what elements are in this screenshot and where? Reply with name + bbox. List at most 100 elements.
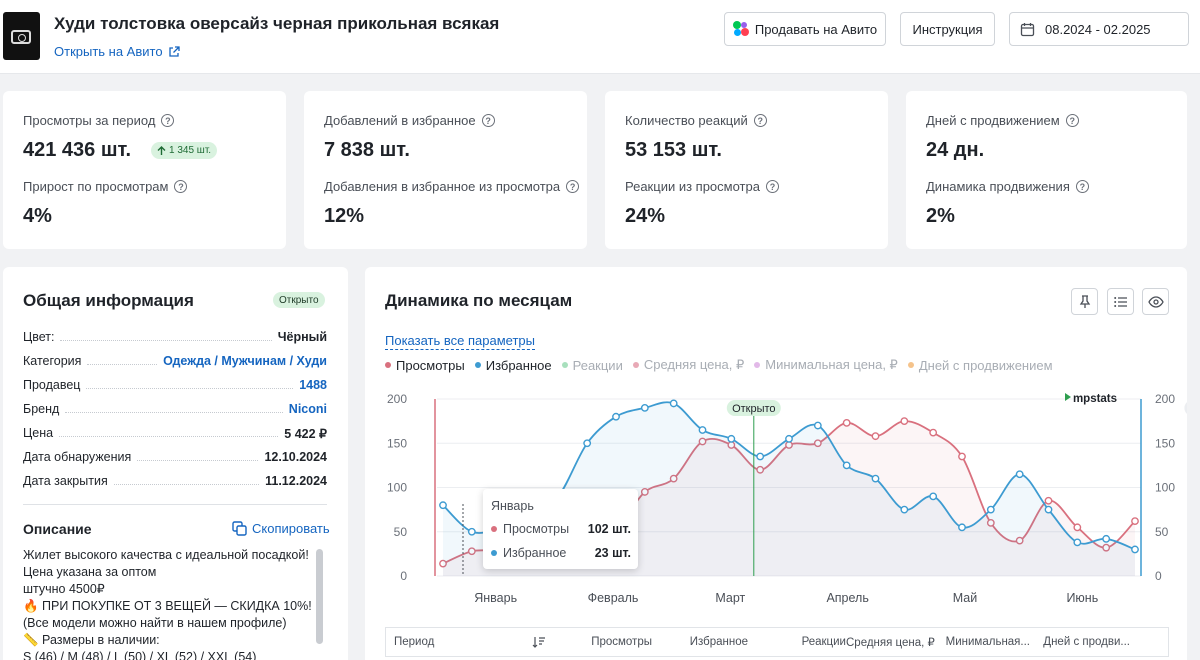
open-on-avito-link[interactable]: Открыть на Авито bbox=[54, 44, 180, 59]
x-tick-label: Февраль bbox=[588, 591, 639, 605]
legend-item[interactable]: Реакции bbox=[561, 357, 623, 373]
help-icon[interactable]: ? bbox=[753, 114, 767, 127]
x-tick-label: Март bbox=[715, 591, 745, 605]
list-view-button[interactable] bbox=[1107, 288, 1134, 315]
pin-button[interactable] bbox=[1071, 288, 1098, 315]
y-tick-left: 200 bbox=[387, 392, 407, 406]
legend-dot bbox=[632, 362, 639, 368]
page-header: Худи толстовка оверсайз черная прикольна… bbox=[0, 0, 1200, 74]
instruction-button[interactable]: Инструкция bbox=[900, 12, 995, 46]
description-scrollbar[interactable] bbox=[316, 549, 323, 644]
show-all-params-link[interactable]: Показать все параметры bbox=[385, 333, 535, 350]
column-header[interactable]: Дней с продви... bbox=[1030, 636, 1130, 648]
help-icon[interactable]: ? bbox=[481, 114, 495, 127]
stat-value: 53 153 шт. bbox=[625, 139, 722, 161]
data-point bbox=[900, 505, 909, 514]
stat-card-views: Просмотры за период? 421 436 шт. 1 345 ш… bbox=[3, 91, 286, 249]
help-icon[interactable]: ? bbox=[174, 180, 188, 193]
dot-leader bbox=[86, 387, 294, 389]
info-row[interactable]: Продавец 1488 bbox=[23, 375, 327, 395]
copy-label: Скопировать bbox=[252, 521, 330, 536]
data-point bbox=[1131, 545, 1139, 554]
column-header[interactable]: Реакции bbox=[748, 636, 846, 648]
info-key: Цвет: bbox=[23, 330, 55, 344]
stat-label: Динамика продвижения? bbox=[926, 179, 1089, 194]
data-point bbox=[986, 505, 995, 514]
stat-value: 2% bbox=[926, 205, 955, 227]
table-header: Период Просмотры Избранное Реакции Средняя ц… bbox=[385, 627, 1169, 657]
calendar-icon bbox=[1020, 22, 1035, 36]
info-row: Дата закрытия 11.12.2024 bbox=[23, 471, 327, 491]
stat-label: Просмотры за период? bbox=[23, 113, 175, 128]
chart-tooltip: Январь Просмотры 102 шт. Избранное 23 шт… bbox=[483, 489, 638, 569]
legend-dot bbox=[474, 362, 481, 368]
stat-label: Прирост по просмотрам? bbox=[23, 179, 188, 194]
x-tick-label: Май bbox=[953, 591, 978, 605]
copy-button[interactable]: Скопировать bbox=[232, 521, 330, 536]
help-icon[interactable]: ? bbox=[765, 180, 779, 193]
stat-card-promotion: Дней с продвижением? 24 дн. Динамика про… bbox=[906, 91, 1187, 249]
data-point bbox=[929, 428, 938, 437]
status-badge: Открыто bbox=[273, 292, 325, 308]
visibility-button[interactable] bbox=[1142, 288, 1169, 315]
column-header[interactable]: Средняя цена, ₽ bbox=[846, 635, 935, 649]
dot-leader bbox=[113, 483, 260, 485]
legend-item[interactable]: Средняя цена, ₽ bbox=[632, 357, 744, 373]
y-tick-left: 100 bbox=[387, 481, 407, 495]
data-point bbox=[756, 452, 765, 461]
data-point bbox=[1102, 534, 1111, 543]
y-tick-right: 100 bbox=[1155, 481, 1175, 495]
camera-icon bbox=[11, 30, 31, 44]
data-point bbox=[900, 417, 909, 426]
y-tick-left: 0 bbox=[400, 569, 407, 583]
dot-leader bbox=[87, 363, 158, 365]
info-row[interactable]: Категория Одежда / Мужчинам / Худи bbox=[23, 351, 327, 371]
date-range-picker[interactable]: 08.2024 - 02.2025 bbox=[1009, 12, 1189, 46]
y-tick-right: 50 bbox=[1155, 525, 1169, 539]
marker-label: Открыто bbox=[732, 403, 775, 415]
info-value[interactable]: Niconi bbox=[289, 402, 327, 416]
legend-item[interactable]: Избранное bbox=[474, 357, 552, 373]
info-value[interactable]: 1488 bbox=[299, 378, 327, 392]
column-header[interactable]: Период bbox=[386, 636, 546, 648]
data-point bbox=[669, 399, 678, 408]
help-icon[interactable]: ? bbox=[566, 180, 580, 193]
info-value[interactable]: Одежда / Мужчинам / Худи bbox=[163, 354, 327, 368]
column-header[interactable]: Минимальная... bbox=[934, 636, 1030, 648]
data-point bbox=[842, 461, 851, 470]
description-text: Жилет высокого качества с идеальной поса… bbox=[23, 548, 312, 660]
data-point bbox=[785, 434, 793, 443]
data-point bbox=[958, 523, 966, 532]
tooltip-row: Просмотры 102 шт. bbox=[491, 522, 631, 536]
info-key: Дата обнаружения bbox=[23, 450, 132, 464]
help-icon[interactable]: ? bbox=[161, 114, 175, 127]
mpstats-logo: mpstats bbox=[1073, 393, 1117, 405]
info-row[interactable]: Бренд Niconi bbox=[23, 399, 327, 419]
info-row: Цена 5 422 ₽ bbox=[23, 423, 327, 443]
legend-item[interactable]: Просмотры bbox=[385, 357, 465, 373]
data-point bbox=[640, 403, 649, 412]
stat-value: 12% bbox=[324, 205, 365, 227]
column-header[interactable]: Просмотры bbox=[548, 636, 652, 648]
external-link-icon bbox=[168, 45, 180, 57]
info-key: Цена bbox=[23, 426, 54, 440]
dot-leader bbox=[65, 411, 283, 413]
info-value: 12.10.2024 bbox=[264, 450, 327, 464]
info-title: Общая информация bbox=[23, 291, 194, 310]
legend-item[interactable]: Дней с продвижением bbox=[907, 357, 1053, 373]
column-header[interactable]: Избранное bbox=[652, 636, 748, 648]
data-point bbox=[467, 527, 476, 536]
help-icon[interactable]: ? bbox=[1075, 180, 1089, 193]
legend-item[interactable]: Минимальная цена, ₽ bbox=[754, 357, 898, 373]
product-thumbnail[interactable] bbox=[3, 12, 40, 60]
sell-on-avito-button[interactable]: Продавать на Авито bbox=[724, 12, 886, 46]
eye-icon bbox=[1147, 295, 1164, 308]
info-value: 5 422 ₽ bbox=[284, 426, 327, 441]
legend-dot bbox=[561, 362, 568, 368]
data-point bbox=[439, 501, 447, 510]
monthly-dynamics-card: Динамика по месяцам Показать все парамет… bbox=[365, 267, 1187, 660]
growth-badge: 1 345 шт. bbox=[151, 142, 218, 159]
sort-icon[interactable] bbox=[532, 636, 546, 648]
avito-logo-icon bbox=[732, 21, 749, 37]
help-icon[interactable]: ? bbox=[1065, 114, 1079, 127]
